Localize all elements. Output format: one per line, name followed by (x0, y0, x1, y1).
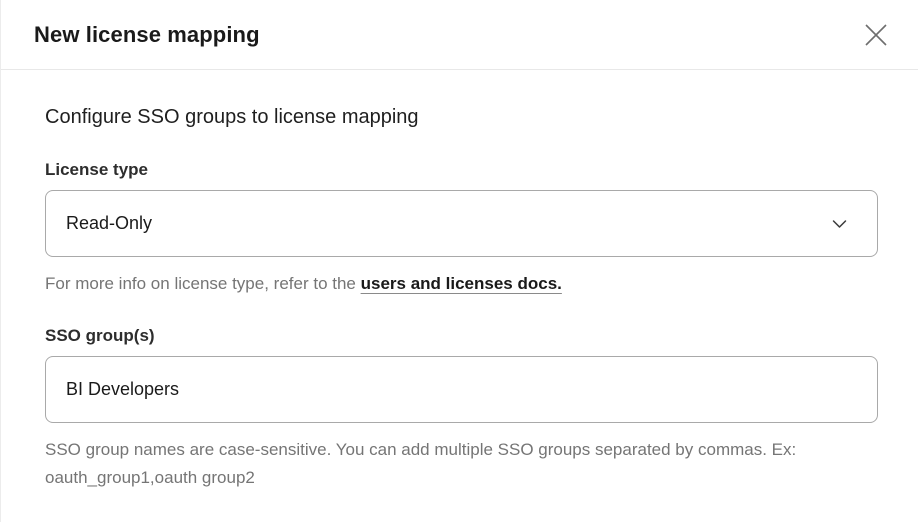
license-type-label: License type (45, 160, 877, 180)
sso-groups-input[interactable] (45, 356, 878, 423)
helper-text-prefix: For more info on license type, refer to … (45, 274, 361, 293)
license-type-select[interactable]: Read-Only (45, 190, 878, 257)
modal-title: New license mapping (34, 22, 260, 48)
modal-body: Configure SSO groups to license mapping … (1, 106, 918, 492)
sso-groups-helper-text: SSO group names are case-sensitive. You … (45, 436, 855, 492)
license-type-field-group: License type Read-Only For more info on … (45, 160, 877, 298)
sso-groups-label: SSO group(s) (45, 326, 877, 346)
users-and-licenses-docs-link[interactable]: users and licenses docs. (361, 274, 562, 293)
x-icon (863, 22, 889, 48)
new-license-mapping-modal: New license mapping Configure SSO groups… (0, 0, 918, 522)
chevron-down-icon (832, 219, 847, 229)
modal-header: New license mapping (1, 0, 918, 70)
license-type-helper-text: For more info on license type, refer to … (45, 270, 855, 298)
close-button[interactable] (861, 20, 891, 50)
form-heading: Configure SSO groups to license mapping (45, 106, 877, 129)
sso-groups-field-group: SSO group(s) SSO group names are case-se… (45, 326, 877, 492)
license-type-selected-value: Read-Only (66, 213, 832, 234)
